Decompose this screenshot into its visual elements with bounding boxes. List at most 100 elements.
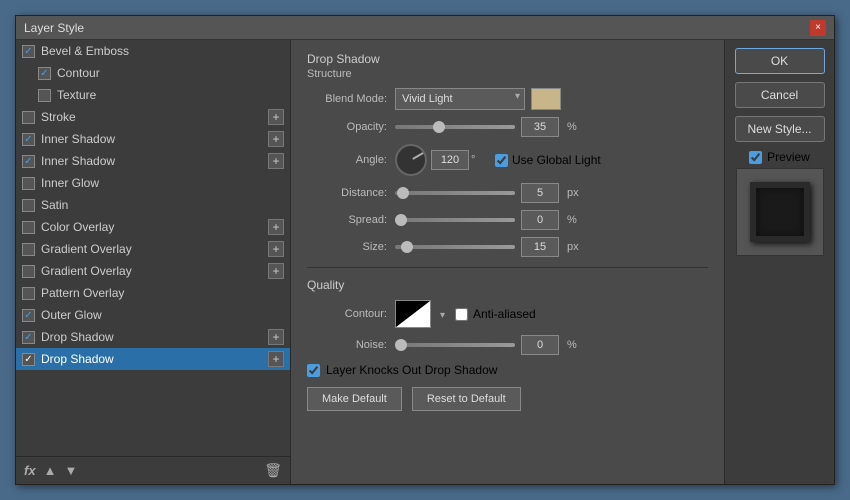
list-item[interactable]: Satin [16, 194, 290, 216]
checkbox-pattern-overlay[interactable] [22, 287, 35, 300]
checkbox-gradient-overlay-1[interactable] [22, 243, 35, 256]
preview-checkbox[interactable] [749, 151, 762, 164]
noise-slider[interactable] [395, 343, 515, 347]
size-slider[interactable] [395, 245, 515, 249]
checkbox-contour[interactable] [38, 67, 51, 80]
item-label-bevel-emboss: Bevel & Emboss [41, 44, 284, 58]
opacity-input[interactable] [521, 117, 559, 137]
item-label-inner-glow: Inner Glow [41, 176, 284, 190]
noise-input[interactable] [521, 335, 559, 355]
distance-input[interactable] [521, 183, 559, 203]
list-item[interactable]: Inner Shadow + [16, 128, 290, 150]
plus-btn-drop-shadow-1[interactable]: + [268, 329, 284, 345]
anti-aliased-checkbox[interactable] [455, 308, 468, 321]
checkbox-gradient-overlay-2[interactable] [22, 265, 35, 278]
checkbox-inner-shadow-2[interactable] [22, 155, 35, 168]
color-swatch[interactable] [531, 88, 561, 110]
list-item[interactable]: Drop Shadow + [16, 326, 290, 348]
preview-inner [750, 182, 810, 242]
list-item[interactable]: Pattern Overlay [16, 282, 290, 304]
opacity-row: Opacity: % [307, 117, 708, 137]
contour-select[interactable] [431, 307, 447, 322]
item-label-gradient-overlay-1: Gradient Overlay [41, 242, 268, 256]
checkbox-drop-shadow-1[interactable] [22, 331, 35, 344]
btn-row: Make Default Reset to Default [307, 387, 708, 411]
size-row: Size: px [307, 237, 708, 257]
move-up-button[interactable]: ▲ [44, 463, 57, 478]
list-item-active[interactable]: Drop Shadow + [16, 348, 290, 370]
use-global-light-checkbox[interactable] [495, 154, 508, 167]
spread-input[interactable] [521, 210, 559, 230]
checkbox-texture[interactable] [38, 89, 51, 102]
checkbox-satin[interactable] [22, 199, 35, 212]
angle-input[interactable] [431, 150, 469, 170]
opacity-label: Opacity: [307, 121, 387, 133]
list-item[interactable]: Bevel & Emboss [16, 40, 290, 62]
checkbox-stroke[interactable] [22, 111, 35, 124]
size-label: Size: [307, 241, 387, 253]
blend-mode-select[interactable]: Vivid Light Normal Multiply Screen Overl… [395, 88, 525, 110]
move-down-button[interactable]: ▼ [64, 463, 77, 478]
contour-select-wrapper [431, 307, 447, 322]
ok-button[interactable]: OK [735, 48, 825, 74]
close-button[interactable]: × [810, 20, 826, 36]
main-content: Bevel & Emboss Contour Texture Stroke + [16, 40, 834, 484]
checkbox-inner-shadow-1[interactable] [22, 133, 35, 146]
checkbox-bevel-emboss[interactable] [22, 45, 35, 58]
plus-btn-inner-shadow-1[interactable]: + [268, 131, 284, 147]
quality-title: Quality [307, 278, 708, 292]
contour-preview[interactable] [395, 300, 431, 328]
delete-button[interactable]: 🗑 [264, 462, 282, 479]
title-bar: Layer Style × [16, 16, 834, 40]
fx-button[interactable]: fx [24, 463, 36, 478]
layer-knocks-checkbox[interactable] [307, 364, 320, 377]
new-style-button[interactable]: New Style... [735, 116, 825, 142]
list-item[interactable]: Gradient Overlay + [16, 238, 290, 260]
checkbox-inner-glow[interactable] [22, 177, 35, 190]
size-slider-container: px [395, 237, 585, 257]
checkbox-drop-shadow-2[interactable] [22, 353, 35, 366]
anti-aliased-label: Anti-aliased [473, 307, 536, 321]
contour-row: Contour: Anti-aliased [307, 300, 708, 328]
contour-label: Contour: [307, 308, 387, 320]
size-input[interactable] [521, 237, 559, 257]
list-item[interactable]: Color Overlay + [16, 216, 290, 238]
item-label-drop-shadow-2: Drop Shadow [41, 352, 268, 366]
middle-panel: Drop Shadow Structure Blend Mode: Vivid … [291, 40, 724, 484]
spread-slider[interactable] [395, 218, 515, 222]
list-item[interactable]: Inner Glow [16, 172, 290, 194]
distance-slider[interactable] [395, 191, 515, 195]
plus-btn-drop-shadow-2[interactable]: + [268, 351, 284, 367]
reset-default-button[interactable]: Reset to Default [412, 387, 521, 411]
checkbox-color-overlay[interactable] [22, 221, 35, 234]
list-item[interactable]: Gradient Overlay + [16, 260, 290, 282]
plus-btn-gradient-overlay-2[interactable]: + [268, 263, 284, 279]
plus-btn-inner-shadow-2[interactable]: + [268, 153, 284, 169]
list-item[interactable]: Outer Glow [16, 304, 290, 326]
item-label-stroke: Stroke [41, 110, 268, 124]
anti-alias-row: Anti-aliased [455, 307, 536, 321]
preview-canvas [736, 168, 824, 256]
make-default-button[interactable]: Make Default [307, 387, 402, 411]
plus-btn-stroke[interactable]: + [268, 109, 284, 125]
checkbox-outer-glow[interactable] [22, 309, 35, 322]
noise-label: Noise: [307, 339, 387, 351]
list-item[interactable]: Contour [16, 62, 290, 84]
angle-dial[interactable] [395, 144, 427, 176]
spread-row: Spread: % [307, 210, 708, 230]
item-label-satin: Satin [41, 198, 284, 212]
list-item[interactable]: Texture [16, 84, 290, 106]
distance-label: Distance: [307, 187, 387, 199]
plus-btn-color-overlay[interactable]: + [268, 219, 284, 235]
list-item[interactable]: Inner Shadow + [16, 150, 290, 172]
angle-row: Angle: ° Use Global Light [307, 144, 708, 176]
preview-label: Preview [767, 150, 810, 164]
opacity-slider[interactable] [395, 125, 515, 129]
plus-btn-gradient-overlay-1[interactable]: + [268, 241, 284, 257]
distance-slider-container: px [395, 183, 585, 203]
list-item[interactable]: Stroke + [16, 106, 290, 128]
distance-row: Distance: px [307, 183, 708, 203]
item-label-pattern-overlay: Pattern Overlay [41, 286, 284, 300]
cancel-button[interactable]: Cancel [735, 82, 825, 108]
blend-mode-label: Blend Mode: [307, 93, 387, 105]
